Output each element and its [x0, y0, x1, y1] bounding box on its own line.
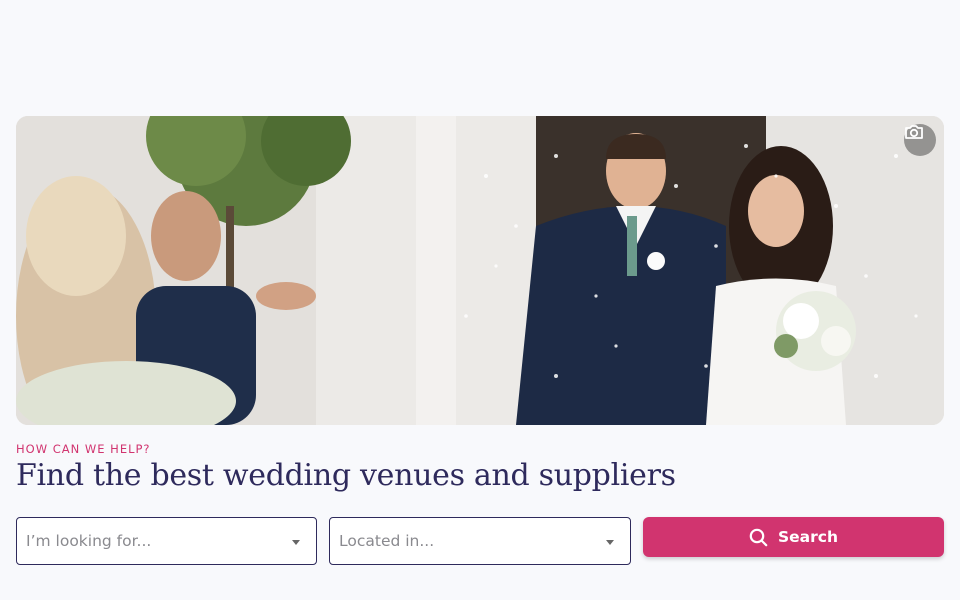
photo-credit-button[interactable]: [904, 124, 936, 156]
located-in-placeholder: Located in...: [339, 532, 435, 550]
section-eyebrow: HOW CAN WE HELP?: [16, 442, 151, 456]
chevron-down-icon: [292, 540, 300, 545]
wedding-photo: [16, 116, 944, 425]
located-in-select[interactable]: Located in...: [329, 517, 631, 565]
looking-for-select[interactable]: I’m looking for...: [16, 517, 317, 565]
chevron-down-icon: [606, 540, 614, 545]
search-button-label: Search: [777, 528, 838, 546]
page-title: Find the best wedding venues and supplie…: [16, 458, 676, 493]
camera-icon: [905, 125, 923, 139]
looking-for-placeholder: I’m looking for...: [26, 532, 152, 550]
search-button[interactable]: Search: [643, 517, 944, 557]
hero-image: [16, 116, 944, 425]
search-icon: [749, 528, 768, 546]
